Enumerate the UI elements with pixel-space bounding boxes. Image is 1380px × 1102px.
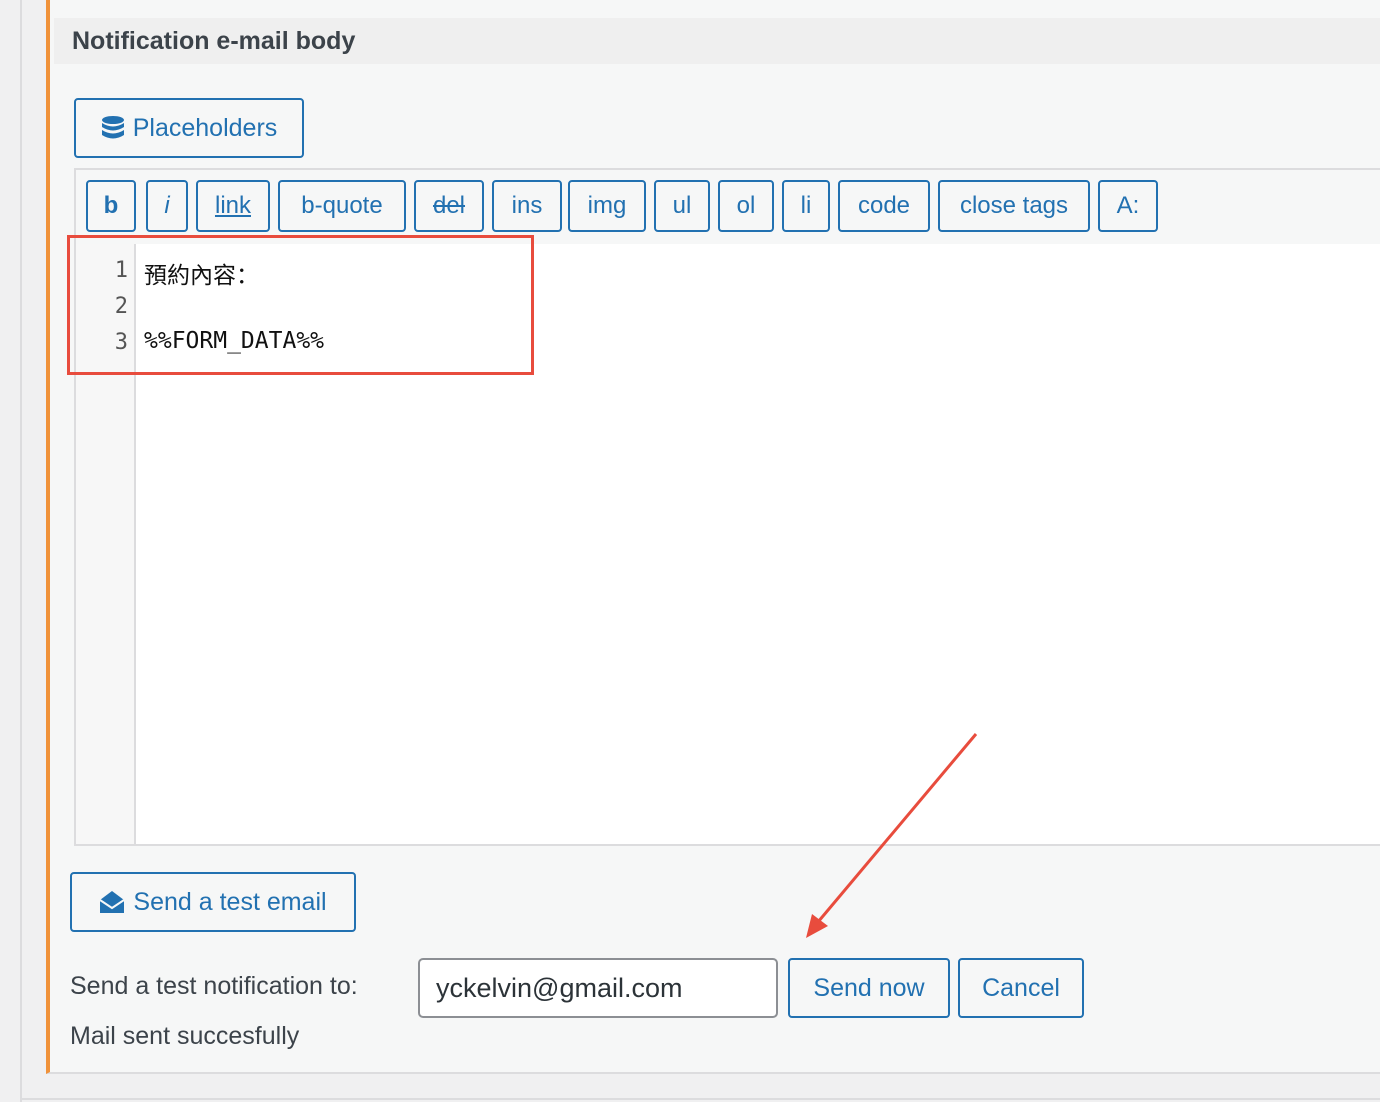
database-icon: [101, 115, 125, 141]
send-test-to-label: Send a test notification to:: [70, 972, 358, 1000]
placeholders-label: Placeholders: [132, 113, 278, 142]
cancel-button[interactable]: Cancel: [958, 958, 1084, 1018]
line-number: 3: [114, 330, 128, 355]
send-now-button[interactable]: Send now: [788, 958, 950, 1018]
send-test-email-label: Send a test email: [133, 887, 327, 916]
quicktag-li-button[interactable]: li: [782, 180, 830, 232]
quicktag-link-button[interactable]: link: [196, 180, 270, 232]
panel-title: Notification e-mail body: [72, 27, 356, 55]
line-number-gutter: 1 2 3: [76, 244, 136, 844]
email-body-editor: b i link b-quote del ins img ul ol li co…: [74, 168, 1380, 846]
notification-panel: Notification e-mail body Placeholders b …: [46, 0, 1380, 1074]
send-test-email-button[interactable]: Send a test email: [70, 872, 356, 932]
code-line: 預約內容：: [144, 263, 259, 289]
test-email-input[interactable]: [418, 958, 778, 1018]
quicktag-img-button[interactable]: img: [568, 180, 646, 232]
quicktag-ol-button[interactable]: ol: [718, 180, 774, 232]
quicktag-ul-button[interactable]: ul: [654, 180, 710, 232]
line-number: 1: [114, 258, 128, 283]
envelope-open-icon: [99, 890, 125, 914]
quicktag-del-button[interactable]: del: [414, 180, 484, 232]
line-number: 2: [114, 294, 128, 319]
code-line: %%FORM_DATA%%: [144, 328, 325, 354]
panel-header: Notification e-mail body: [54, 18, 1380, 64]
quicktag-a-button[interactable]: A:: [1098, 180, 1158, 232]
page-left-border: [20, 0, 22, 1102]
page-bottom-border: [20, 1098, 1380, 1100]
quicktag-bold-button[interactable]: b: [86, 180, 136, 232]
placeholders-button[interactable]: Placeholders: [74, 98, 304, 158]
quicktags-toolbar: b i link b-quote del ins img ul ol li co…: [76, 170, 1380, 246]
quicktag-close-tags-button[interactable]: close tags: [938, 180, 1090, 232]
mail-status-message: Mail sent succesfully: [70, 1022, 300, 1050]
quicktag-code-button[interactable]: code: [838, 180, 930, 232]
quicktag-italic-button[interactable]: i: [146, 180, 188, 232]
quicktag-ins-button[interactable]: ins: [492, 180, 562, 232]
quicktag-bquote-button[interactable]: b-quote: [278, 180, 406, 232]
code-editor[interactable]: 1 2 3 預約內容： %%FORM_DATA%%: [76, 244, 1380, 844]
